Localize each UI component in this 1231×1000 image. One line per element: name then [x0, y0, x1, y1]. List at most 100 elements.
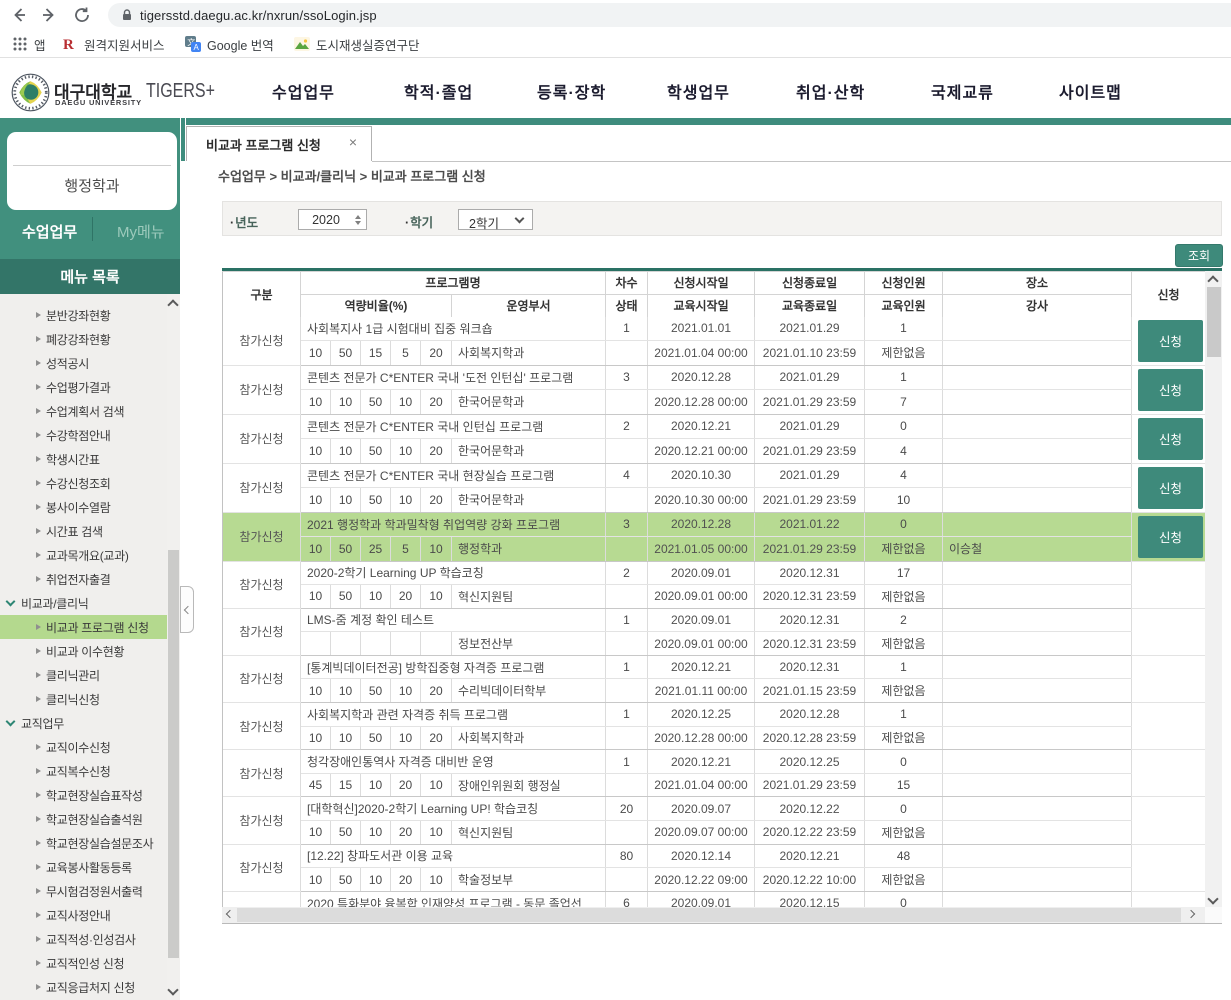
top-nav-item-2[interactable]: 등록·장학 [537, 79, 606, 103]
top-nav-item-0[interactable]: 수업업무 [272, 79, 335, 103]
sidebar-tab-mymenu[interactable]: My메뉴 [117, 221, 165, 242]
grid-hscrollbar-thumb[interactable] [237, 908, 1181, 922]
sidebar-menu-item-15[interactable]: 클리닉관리 [0, 663, 167, 687]
sidebar-menu-item-27[interactable]: 교직적인성 신청 [0, 951, 167, 975]
sidebar-menu-item-14[interactable]: 비교과 이수현황 [0, 639, 167, 663]
scroll-right-icon[interactable] [1187, 910, 1195, 918]
cell-round: 2 [606, 561, 648, 585]
cell-ratio: 25 [361, 537, 391, 562]
top-nav-item-3[interactable]: 학생업무 [667, 79, 730, 103]
university-seal-icon[interactable] [11, 73, 50, 112]
sidebar-menu-item-17[interactable]: 교직업무 [0, 711, 167, 735]
sidebar-menu-item-6[interactable]: 학생시간표 [0, 447, 167, 471]
scroll-down-icon[interactable] [167, 984, 178, 995]
top-nav-item-4[interactable]: 취업·산학 [796, 79, 865, 103]
sidebar-scrollbar[interactable] [167, 294, 180, 1000]
scroll-down-icon[interactable] [1207, 893, 1218, 904]
cell-ratio: 15 [361, 341, 391, 365]
sidebar-menu-item-26[interactable]: 교직적성·인성검사 [0, 927, 167, 951]
cell-ratio: 10 [421, 868, 452, 892]
sidebar-menu-item-28[interactable]: 교직응급처지 신청 [0, 975, 167, 999]
sidebar-menu-item-18[interactable]: 교직이수신청 [0, 735, 167, 759]
sidebar-menu-item-4[interactable]: 수업계획서 검색 [0, 399, 167, 423]
bookmark-item-2[interactable]: 文AGoogle 번역 [185, 30, 274, 58]
triangle-right-icon [36, 672, 41, 678]
bookmark-item-1[interactable]: R원격지원서비스 [62, 30, 165, 58]
sidebar-menu-item-1[interactable]: 폐강강좌현황 [0, 327, 167, 351]
scroll-up-icon[interactable] [1207, 275, 1218, 286]
semester-select[interactable]: 2학기 [458, 209, 533, 230]
sidebar-menu-item-23[interactable]: 교육봉사활동등록 [0, 855, 167, 879]
cell-apply-start: 2020.12.14 [648, 844, 755, 868]
sidebar-menu-item-25[interactable]: 교직사정안내 [0, 903, 167, 927]
top-nav-item-5[interactable]: 국제교류 [931, 79, 994, 103]
sidebar-menu-item-7[interactable]: 수강신청조회 [0, 471, 167, 495]
sidebar-menu-item-2[interactable]: 성적공시 [0, 351, 167, 375]
year-spinner[interactable]: 2020 [298, 209, 367, 230]
col-gubun: 구분 [223, 271, 301, 317]
sidebar-menu-item-22[interactable]: 학교현장실습설문조사 [0, 831, 167, 855]
page-tab[interactable]: 비교과 프로그램 신청 × [186, 126, 372, 161]
cell-ratio [421, 632, 452, 656]
top-nav-item-1[interactable]: 학적·졸업 [404, 79, 473, 103]
apply-button[interactable]: 신청 [1138, 418, 1203, 460]
apply-button[interactable]: 신청 [1138, 467, 1203, 509]
apply-button[interactable]: 신청 [1138, 516, 1203, 558]
menu-item-label: 무시험검정원서출력 [46, 883, 143, 900]
cell-apply-start: 2020.12.21 [648, 655, 755, 679]
main-accent-strip [186, 118, 1231, 125]
chevron-left-icon [184, 605, 192, 613]
top-nav-item-6[interactable]: 사이트맵 [1059, 79, 1122, 103]
cell-apply: 신청 [1132, 512, 1206, 561]
search-button[interactable]: 조회 [1175, 244, 1223, 267]
sidebar-menu-item-24[interactable]: 무시험검정원서출력 [0, 879, 167, 903]
bookmark-item-0[interactable]: 앱 [12, 30, 46, 58]
cell-gubun: 참가신청 [223, 844, 301, 891]
menu-item-label: 교직복수신청 [46, 763, 110, 780]
sidebar-menu-item-5[interactable]: 수강학점안내 [0, 423, 167, 447]
sidebar-menu-item-9[interactable]: 시간표 검색 [0, 519, 167, 543]
apps-grid-icon [12, 36, 28, 52]
cell-edu-count: 제한없음 [865, 585, 943, 609]
cell-place [943, 512, 1132, 537]
sidebar-menu-item-13[interactable]: 비교과 프로그램 신청 [0, 615, 167, 639]
grid-body-table: 참가신청사회복지사 1급 시험대비 집중 워크숍12021.01.012021.… [222, 317, 1205, 908]
grid-vscrollbar-thumb[interactable] [1207, 287, 1221, 357]
sidebar-menu-item-10[interactable]: 교과목개요(교과) [0, 543, 167, 567]
refresh-icon[interactable] [72, 5, 92, 25]
apply-button[interactable]: 신청 [1138, 320, 1203, 362]
sidebar-menu-item-20[interactable]: 학교현장실습표작성 [0, 783, 167, 807]
forward-icon[interactable] [39, 5, 59, 25]
cell-instructor [943, 773, 1132, 797]
app-body: 행정학과 수업업무 My메뉴 메뉴 목록 분반강좌현황폐강강좌현황성적공시수업평… [0, 118, 1231, 1000]
cell-gubun: 참가신청 [223, 655, 301, 702]
bookmark-item-3[interactable]: 도시재생실증연구단 [294, 30, 420, 58]
tab-close-icon[interactable]: × [349, 135, 357, 149]
portal-brand[interactable]: TIGERS+ [146, 80, 215, 103]
sidebar-menu-item-3[interactable]: 수업평가결과 [0, 375, 167, 399]
sidebar-tab-work[interactable]: 수업업무 [22, 221, 77, 242]
url-bar[interactable]: tigersstd.daegu.ac.kr/nxrun/ssoLogin.jsp [108, 3, 1231, 27]
cell-apply [1132, 561, 1206, 608]
spinner-down-icon[interactable] [355, 221, 361, 225]
scroll-up-icon[interactable] [167, 299, 178, 310]
sidebar-menu-item-12[interactable]: 비교과/클리닉 [0, 591, 167, 615]
grid-horizontal-scrollbar[interactable] [222, 907, 1205, 923]
sidebar-menu-item-19[interactable]: 교직복수신청 [0, 759, 167, 783]
sidebar-menu-item-8[interactable]: 봉사이수열람 [0, 495, 167, 519]
back-icon[interactable] [9, 5, 29, 25]
menu-item-label: 교과목개요(교과) [46, 547, 129, 564]
col-edu-end: 교육종료일 [755, 294, 865, 317]
sidebar-scrollbar-thumb[interactable] [168, 550, 179, 958]
scroll-left-icon[interactable] [226, 910, 234, 918]
apply-button[interactable]: 신청 [1138, 369, 1203, 411]
spinner-up-icon[interactable] [355, 215, 361, 219]
sidebar-collapse-handle[interactable] [180, 586, 194, 633]
sidebar-menu-item-0[interactable]: 분반강좌현황 [0, 303, 167, 327]
bookmark-label: Google 번역 [207, 35, 274, 54]
menu-list: 분반강좌현황폐강강좌현황성적공시수업평가결과수업계획서 검색수강학점안내학생시간… [0, 303, 167, 999]
sidebar-menu-item-16[interactable]: 클리닉신청 [0, 687, 167, 711]
grid-vertical-scrollbar[interactable] [1205, 271, 1222, 908]
sidebar-menu-item-11[interactable]: 취업전자출결 [0, 567, 167, 591]
sidebar-menu-item-21[interactable]: 학교현장실습출석원 [0, 807, 167, 831]
